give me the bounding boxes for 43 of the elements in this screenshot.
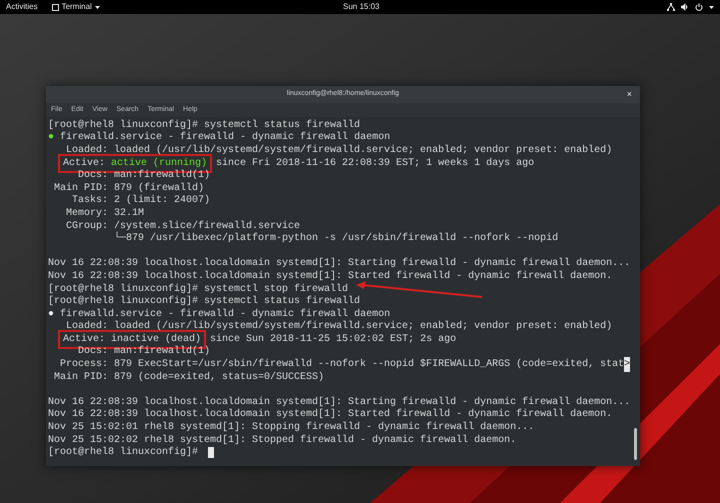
- terminal-line: Nov 25 15:02:01 rhel8 systemd[1]: Stopping firewalld - dynamic firewall daemon...: [48, 420, 534, 434]
- terminal-line: CGroup: /system.slice/firewalld.service: [65, 220, 300, 232]
- activities-button[interactable]: Activities: [6, 1, 38, 13]
- terminal-line: Docs: man:firewalld(1): [77, 344, 210, 358]
- terminal-line: firewalld.service - firewalld - dynamic firewall daemon: [60, 308, 390, 320]
- terminal-line: Nov 25 15:02:02 rhel8 systemd[1]: Stopped firewalld - dynamic firewall daemon.: [48, 434, 516, 446]
- terminal-line: Loaded: loaded (/usr/lib/systemd/system/firewalld.service; enabled; vendor preset: enabled): [65, 320, 612, 334]
- terminal-line: since Fri 2018-11-16 22:08:39 EST; 1 weeks 1 days ago: [216, 156, 534, 171]
- terminal-line: firewalld.service - firewalld - dynamic firewall daemon: [60, 130, 390, 144]
- app-menu-button[interactable]: Terminal: [52, 1, 100, 13]
- status-dot: ●: [48, 131, 54, 146]
- close-button[interactable]: ×: [626, 90, 632, 99]
- volume-icon[interactable]: [681, 3, 689, 11]
- terminal-line: [root@rhel8 linuxconfig]# systemctl stop firewalld: [48, 282, 348, 296]
- clock[interactable]: Sun 15:03: [343, 1, 380, 13]
- terminal-line: Nov 16 22:08:39 localhost.localdomain systemd[1]: Starting firewalld - dynamic firewall daemon...: [48, 396, 630, 408]
- status-label: Active:: [63, 332, 106, 346]
- terminal-line: Loaded: loaded (/usr/lib/systemd/system/firewalld.service; enabled; vendor preset: enabled): [65, 144, 612, 158]
- power-icon[interactable]: [695, 3, 703, 11]
- status-label: Active:: [63, 156, 106, 170]
- status-dot: ●: [48, 308, 54, 322]
- caret-icon: [94, 6, 100, 8]
- scrollbar-thumb[interactable]: [634, 428, 637, 460]
- status-state: active (running): [111, 156, 208, 170]
- status-state: inactive (dead): [111, 332, 202, 346]
- terminal-prompt: [root@rhel8 linuxconfig]#: [48, 446, 198, 460]
- terminal-line: Memory: 32.1M: [65, 206, 144, 220]
- caret-icon[interactable]: [709, 6, 714, 8]
- terminal-line: Nov 16 22:08:39 localhost.localdomain systemd[1]: Started firewalld - dynamic firewall daemon.: [48, 270, 612, 284]
- terminal-line: [root@rhel8 linuxconfig]# systemctl status firewalld: [48, 118, 360, 132]
- network-icon[interactable]: [667, 3, 675, 11]
- terminal-icon: [52, 4, 59, 10]
- terminal-line: since Sun 2018-11-25 15:02:02 EST; 2s ago: [210, 332, 456, 347]
- terminal-line: └─879 /usr/libexec/platform-python -s /usr/sbin/firewalld --nofork --nopid: [113, 231, 558, 246]
- terminal-line: Main PID: 879 (code=exited, status=0/SUCCESS): [53, 370, 324, 385]
- overflow-marker: >: [624, 357, 630, 372]
- terminal-line: Tasks: 2 (limit: 24007): [71, 194, 210, 208]
- terminal-line: Docs: man:firewalld(1): [77, 168, 210, 182]
- terminal-line: Nov 16 22:08:39 localhost.localdomain systemd[1]: Started firewalld - dynamic firewall daemon.: [48, 408, 612, 422]
- terminal-line: Process: 879 ExecStart=/usr/sbin/firewalld --nofork --nopid $FIREWALLD_ARGS (code=exited, stat: [59, 358, 624, 372]
- terminal-line: [root@rhel8 linuxconfig]# systemctl status firewalld: [48, 294, 360, 308]
- terminal-line: Main PID: 879 (firewalld): [53, 182, 204, 194]
- terminal-line: Nov 16 22:08:39 localhost.localdomain systemd[1]: Starting firewalld - dynamic firewall daemon...: [48, 256, 630, 270]
